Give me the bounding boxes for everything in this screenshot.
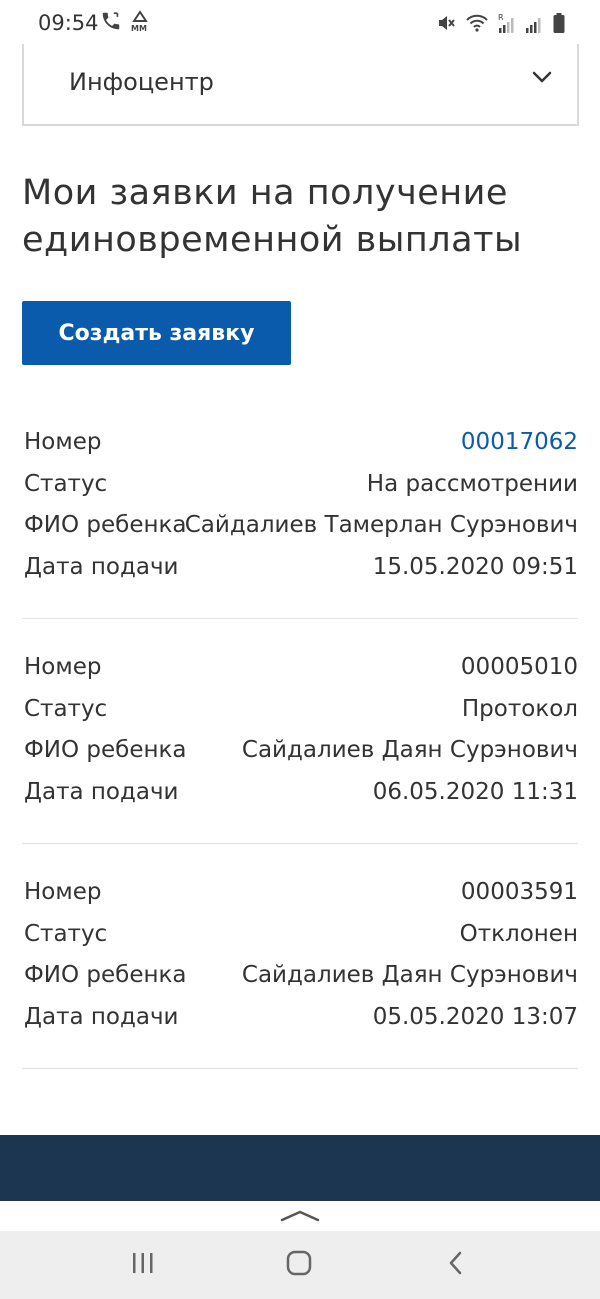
- mm-icon: MM: [130, 10, 150, 32]
- request-child-row: ФИО ребенка Сайдалиев Даян Сурэнович: [22, 731, 578, 773]
- page-title: Мои заявки на получение единовременной в…: [22, 173, 523, 260]
- request-child-row: ФИО ребенка Сайдалиев Тамерлан Сурэнович: [22, 506, 578, 548]
- chevron-down-icon[interactable]: [531, 70, 553, 89]
- date-label: Дата подачи: [24, 1003, 179, 1030]
- child-name-label: ФИО ребенка: [24, 512, 187, 538]
- request-status: Отклонен: [459, 920, 578, 947]
- request-status-row: Статус Отклонен: [22, 915, 578, 957]
- svg-text:R: R: [498, 13, 504, 22]
- accordion-label: Инфоцентр: [69, 68, 214, 96]
- status-bar: 09:54 MM R: [0, 0, 600, 46]
- site-footer: [0, 1135, 600, 1201]
- status-left-icons: MM: [100, 10, 150, 32]
- date-label: Дата подачи: [24, 553, 179, 580]
- request-date: 05.05.2020 13:07: [372, 1003, 578, 1030]
- signal-icon: [525, 12, 543, 34]
- request-status: На рассмотрении: [366, 470, 578, 497]
- status-label: Статус: [24, 920, 108, 947]
- child-name-label: ФИО ребенка: [24, 962, 187, 988]
- card-divider: [22, 1068, 578, 1069]
- create-request-button[interactable]: Создать заявку: [22, 301, 291, 365]
- request-card: Номер 00005010 Статус Протокол ФИО ребен…: [22, 648, 578, 814]
- number-label: Номер: [24, 429, 102, 455]
- battery-icon: [552, 12, 566, 34]
- request-number: 00005010: [460, 654, 578, 680]
- wifi-icon: [465, 13, 489, 33]
- request-status-row: Статус Протокол: [22, 690, 578, 732]
- system-nav-bar: [0, 1231, 600, 1299]
- request-date: 06.05.2020 11:31: [372, 778, 578, 805]
- status-label: Статус: [24, 695, 108, 722]
- scroll-top-strip: [0, 1201, 600, 1231]
- card-divider: [22, 618, 578, 619]
- request-date-row: Дата подачи 05.05.2020 13:07: [22, 998, 578, 1040]
- request-number-row: Номер 00005010: [22, 648, 578, 690]
- mute-icon: [436, 13, 456, 33]
- status-time: 09:54: [38, 11, 99, 35]
- request-number-row: Номер 00017062: [22, 423, 578, 465]
- request-date: 15.05.2020 09:51: [372, 553, 578, 580]
- request-number-link[interactable]: 00017062: [461, 429, 578, 455]
- child-name-label: ФИО ребенка: [24, 737, 187, 763]
- signal-roaming-icon: R: [498, 12, 516, 34]
- request-status: Протокол: [461, 695, 578, 722]
- status-right-icons: R: [436, 12, 566, 34]
- request-child-name: Сайдалиев Даян Сурэнович: [241, 962, 578, 988]
- call-icon: [100, 10, 122, 32]
- number-label: Номер: [24, 654, 102, 680]
- card-divider: [22, 843, 578, 844]
- request-child-name: Сайдалиев Даян Сурэнович: [241, 737, 578, 763]
- request-date-row: Дата подачи 15.05.2020 09:51: [22, 548, 578, 590]
- request-date-row: Дата подачи 06.05.2020 11:31: [22, 773, 578, 815]
- back-icon[interactable]: [445, 1249, 467, 1282]
- request-card: Номер 00003591 Статус Отклонен ФИО ребен…: [22, 873, 578, 1039]
- number-label: Номер: [24, 879, 102, 905]
- request-child-row: ФИО ребенка Сайдалиев Даян Сурэнович: [22, 956, 578, 998]
- request-status-row: Статус На рассмотрении: [22, 465, 578, 507]
- request-number-row: Номер 00003591: [22, 873, 578, 915]
- request-number: 00003591: [460, 879, 578, 905]
- recent-apps-icon[interactable]: [130, 1249, 156, 1282]
- request-child-name: Сайдалиев Тамерлан Сурэнович: [184, 512, 578, 538]
- date-label: Дата подачи: [24, 778, 179, 805]
- svg-text:MM: MM: [131, 24, 147, 32]
- request-card: Номер 00017062 Статус На рассмотрении ФИ…: [22, 423, 578, 589]
- chevron-up-icon[interactable]: [280, 1209, 320, 1228]
- status-label: Статус: [24, 470, 108, 497]
- home-icon[interactable]: [285, 1249, 313, 1282]
- infocenter-accordion[interactable]: Инфоцентр: [22, 44, 579, 126]
